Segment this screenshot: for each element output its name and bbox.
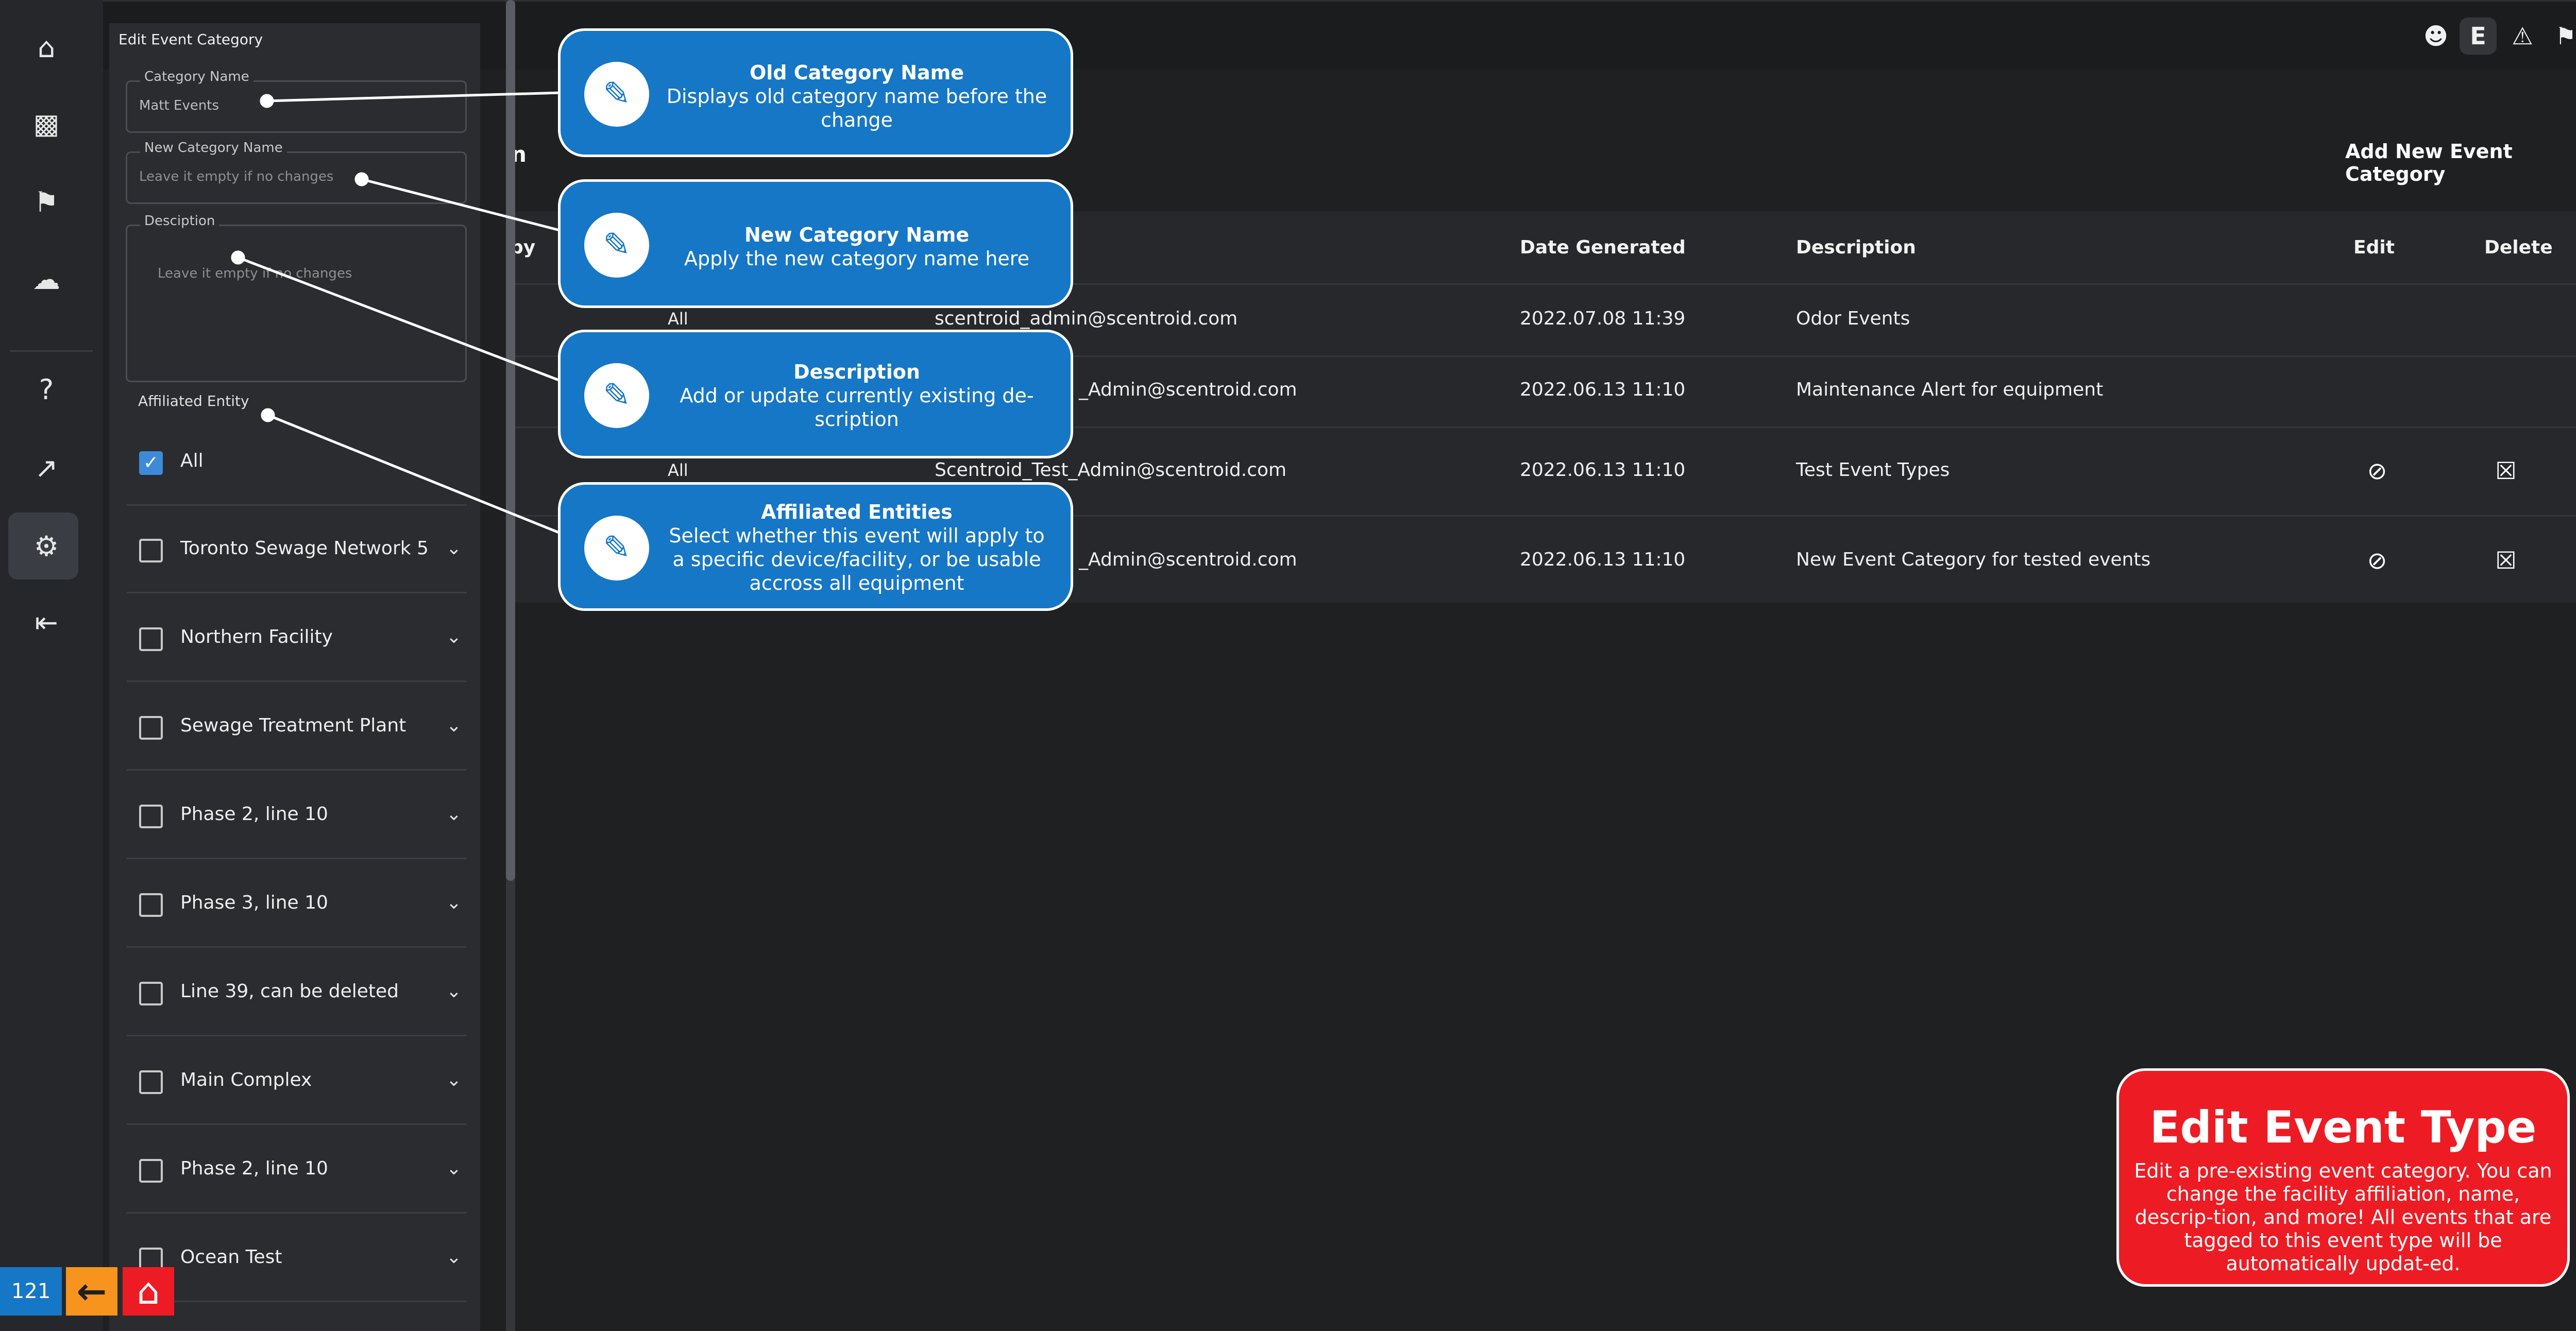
callout-text: Affiliated Entities Select whether this … [664, 500, 1050, 595]
callout-title: New Category Name [744, 224, 970, 246]
connector-line [361, 178, 562, 232]
callout-body: Select whether this event will apply to … [669, 524, 1045, 594]
connector-line [238, 256, 562, 383]
card-title: Edit Event Type [2149, 1102, 2537, 1153]
connector-dot [231, 250, 245, 265]
callout-title: Affiliated Entities [761, 501, 953, 523]
callout-description: ✎ Description Add or update currently ex… [558, 330, 1073, 458]
edit-pencil-icon: ✎ [584, 213, 649, 278]
callout-new-category-name: ✎ New Category Name Apply the new catego… [558, 179, 1073, 308]
edit-pencil-icon: ✎ [584, 516, 649, 581]
callout-old-category-name: ✎ Old Category Name Displays old categor… [558, 28, 1073, 157]
callout-body: Apply the new category name here [684, 247, 1029, 270]
callout-title: Description [793, 361, 920, 383]
callout-affiliated-entities: ✎ Affiliated Entities Select whether thi… [558, 482, 1073, 611]
back-arrow-icon[interactable]: ← [66, 1267, 117, 1316]
screen: ⌂ ▩ ⚑ ☁ ? ↗ ⚙ ⇤ ☻ E ⚠ ⚑ ◕ n Add New Even… [0, 0, 2576, 1331]
card-body: Edit a pre-existing event category. You … [2134, 1159, 2552, 1275]
callout-body: Displays old category name before the ch… [666, 85, 1047, 131]
callout-text: Old Category Name Displays old category … [664, 61, 1050, 132]
callout-title: Old Category Name [749, 61, 964, 84]
callout-text: New Category Name Apply the new category… [664, 223, 1050, 270]
home-icon[interactable]: ⌂ [123, 1267, 174, 1316]
edit-event-type-card: Edit Event Type Edit a pre-existing even… [2116, 1068, 2570, 1287]
connector-dot [260, 94, 274, 108]
connector-dot [261, 408, 275, 422]
connector-line [267, 414, 562, 535]
page-number: 121 [0, 1267, 62, 1316]
callout-text: Description Add or update currently exis… [664, 360, 1050, 431]
edit-pencil-icon: ✎ [584, 62, 649, 127]
callout-body: Add or update currently existing de-scri… [680, 384, 1034, 431]
edit-pencil-icon: ✎ [584, 363, 649, 428]
connector-line [266, 91, 562, 103]
connector-dot [354, 172, 369, 186]
